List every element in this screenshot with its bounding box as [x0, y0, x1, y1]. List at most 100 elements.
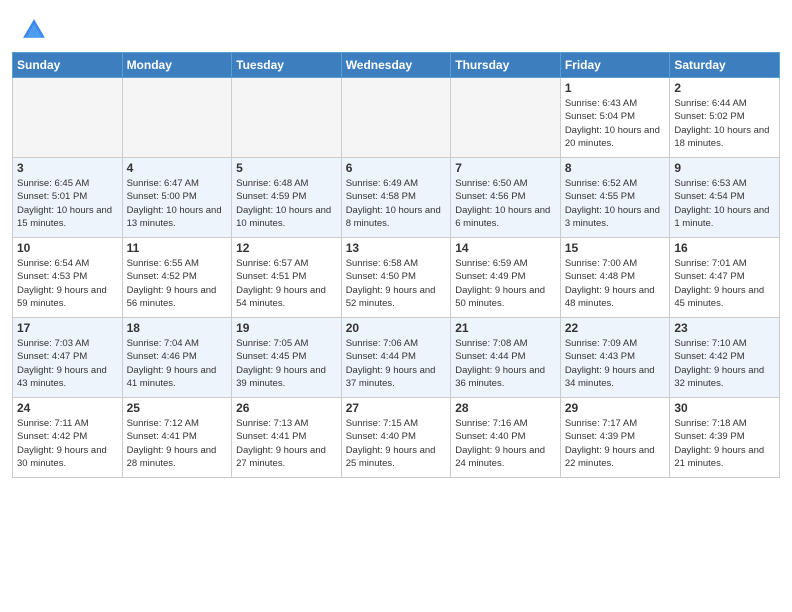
day-info: Sunrise: 6:49 AMSunset: 4:58 PMDaylight:… — [346, 177, 447, 230]
calendar-cell: 4 Sunrise: 6:47 AMSunset: 5:00 PMDaylight… — [122, 158, 232, 238]
calendar-cell: 7 Sunrise: 6:50 AMSunset: 4:56 PMDaylight… — [451, 158, 561, 238]
day-info: Sunrise: 6:59 AMSunset: 4:49 PMDaylight:… — [455, 257, 556, 310]
day-info: Sunrise: 7:15 AMSunset: 4:40 PMDaylight:… — [346, 417, 447, 470]
day-info: Sunrise: 7:13 AMSunset: 4:41 PMDaylight:… — [236, 417, 337, 470]
calendar-cell: 29Sunrise: 7:17 AMSunset: 4:39 PMDayligh… — [560, 398, 670, 478]
day-number: 11 — [127, 241, 228, 255]
day-info: Sunrise: 6:55 AMSunset: 4:52 PMDaylight:… — [127, 257, 228, 310]
day-number: 6 — [346, 161, 447, 175]
day-number: 7 — [455, 161, 556, 175]
calendar-cell: 18 Sunrise: 7:04 AMSunset: 4:46 PMDayligh… — [122, 318, 232, 398]
day-number: 1 — [565, 81, 666, 95]
day-number: 5 — [236, 161, 337, 175]
calendar-cell: 15 Sunrise: 7:00 AMSunset: 4:48 PMDayligh… — [560, 238, 670, 318]
day-info: Sunrise: 6:43 AMSunset: 5:04 PMDaylight:… — [565, 97, 666, 150]
page: SundayMondayTuesdayWednesdayThursdayFrid… — [0, 0, 792, 612]
day-number: 8 — [565, 161, 666, 175]
calendar-week-1: 1 Sunrise: 6:43 AMSunset: 5:04 PMDaylight… — [13, 78, 780, 158]
calendar-cell — [122, 78, 232, 158]
day-number: 27 — [346, 401, 447, 415]
calendar-cell: 13 Sunrise: 6:58 AMSunset: 4:50 PMDayligh… — [341, 238, 451, 318]
calendar-cell: 9 Sunrise: 6:53 AMSunset: 4:54 PMDaylight… — [670, 158, 780, 238]
day-number: 20 — [346, 321, 447, 335]
calendar-cell: 22Sunrise: 7:09 AMSunset: 4:43 PMDayligh… — [560, 318, 670, 398]
day-number: 15 — [565, 241, 666, 255]
calendar-table: SundayMondayTuesdayWednesdayThursdayFrid… — [12, 52, 780, 478]
day-number: 29 — [565, 401, 666, 415]
calendar-cell: 30Sunrise: 7:18 AMSunset: 4:39 PMDayligh… — [670, 398, 780, 478]
day-info: Sunrise: 6:45 AMSunset: 5:01 PMDaylight:… — [17, 177, 118, 230]
day-number: 10 — [17, 241, 118, 255]
calendar-header-row: SundayMondayTuesdayWednesdayThursdayFrid… — [13, 53, 780, 78]
day-number: 18 — [127, 321, 228, 335]
day-number: 12 — [236, 241, 337, 255]
calendar-week-4: 17Sunrise: 7:03 AMSunset: 4:47 PMDayligh… — [13, 318, 780, 398]
day-header-thursday: Thursday — [451, 53, 561, 78]
day-number: 17 — [17, 321, 118, 335]
logo — [20, 16, 52, 44]
calendar-cell — [13, 78, 123, 158]
calendar-cell: 21Sunrise: 7:08 AMSunset: 4:44 PMDayligh… — [451, 318, 561, 398]
day-info: Sunrise: 7:04 AMSunset: 4:46 PMDaylight:… — [127, 337, 228, 390]
day-info: Sunrise: 7:12 AMSunset: 4:41 PMDaylight:… — [127, 417, 228, 470]
day-number: 2 — [674, 81, 775, 95]
calendar-week-5: 24 Sunrise: 7:11 AMSunset: 4:42 PMDayligh… — [13, 398, 780, 478]
calendar-cell: 24 Sunrise: 7:11 AMSunset: 4:42 PMDayligh… — [13, 398, 123, 478]
day-header-saturday: Saturday — [670, 53, 780, 78]
day-number: 16 — [674, 241, 775, 255]
day-number: 13 — [346, 241, 447, 255]
day-number: 14 — [455, 241, 556, 255]
calendar-cell: 3 Sunrise: 6:45 AMSunset: 5:01 PMDaylight… — [13, 158, 123, 238]
day-info: Sunrise: 6:53 AMSunset: 4:54 PMDaylight:… — [674, 177, 775, 230]
day-info: Sunrise: 7:09 AMSunset: 4:43 PMDaylight:… — [565, 337, 666, 390]
day-number: 26 — [236, 401, 337, 415]
day-header-monday: Monday — [122, 53, 232, 78]
calendar-cell: 20 Sunrise: 7:06 AMSunset: 4:44 PMDayligh… — [341, 318, 451, 398]
day-number: 30 — [674, 401, 775, 415]
day-number: 9 — [674, 161, 775, 175]
calendar-week-3: 10 Sunrise: 6:54 AMSunset: 4:53 PMDayligh… — [13, 238, 780, 318]
calendar-cell: 5 Sunrise: 6:48 AMSunset: 4:59 PMDaylight… — [232, 158, 342, 238]
day-header-sunday: Sunday — [13, 53, 123, 78]
day-header-wednesday: Wednesday — [341, 53, 451, 78]
calendar-cell: 12 Sunrise: 6:57 AMSunset: 4:51 PMDayligh… — [232, 238, 342, 318]
day-info: Sunrise: 7:16 AMSunset: 4:40 PMDaylight:… — [455, 417, 556, 470]
calendar-week-2: 3 Sunrise: 6:45 AMSunset: 5:01 PMDaylight… — [13, 158, 780, 238]
calendar-cell: 23 Sunrise: 7:10 AMSunset: 4:42 PMDayligh… — [670, 318, 780, 398]
calendar-cell — [232, 78, 342, 158]
calendar-cell: 17Sunrise: 7:03 AMSunset: 4:47 PMDayligh… — [13, 318, 123, 398]
day-info: Sunrise: 6:50 AMSunset: 4:56 PMDaylight:… — [455, 177, 556, 230]
day-header-tuesday: Tuesday — [232, 53, 342, 78]
calendar-cell: 10 Sunrise: 6:54 AMSunset: 4:53 PMDayligh… — [13, 238, 123, 318]
day-info: Sunrise: 6:58 AMSunset: 4:50 PMDaylight:… — [346, 257, 447, 310]
calendar-cell: 26 Sunrise: 7:13 AMSunset: 4:41 PMDayligh… — [232, 398, 342, 478]
day-info: Sunrise: 6:47 AMSunset: 5:00 PMDaylight:… — [127, 177, 228, 230]
day-info: Sunrise: 6:48 AMSunset: 4:59 PMDaylight:… — [236, 177, 337, 230]
day-number: 25 — [127, 401, 228, 415]
day-number: 3 — [17, 161, 118, 175]
day-number: 4 — [127, 161, 228, 175]
day-info: Sunrise: 7:10 AMSunset: 4:42 PMDaylight:… — [674, 337, 775, 390]
header — [0, 0, 792, 52]
day-info: Sunrise: 7:06 AMSunset: 4:44 PMDaylight:… — [346, 337, 447, 390]
day-info: Sunrise: 7:01 AMSunset: 4:47 PMDaylight:… — [674, 257, 775, 310]
day-info: Sunrise: 7:05 AMSunset: 4:45 PMDaylight:… — [236, 337, 337, 390]
day-info: Sunrise: 6:54 AMSunset: 4:53 PMDaylight:… — [17, 257, 118, 310]
calendar-cell: 16 Sunrise: 7:01 AMSunset: 4:47 PMDayligh… — [670, 238, 780, 318]
calendar-cell: 2 Sunrise: 6:44 AMSunset: 5:02 PMDaylight… — [670, 78, 780, 158]
calendar-cell: 11 Sunrise: 6:55 AMSunset: 4:52 PMDayligh… — [122, 238, 232, 318]
day-info: Sunrise: 6:52 AMSunset: 4:55 PMDaylight:… — [565, 177, 666, 230]
day-info: Sunrise: 6:57 AMSunset: 4:51 PMDaylight:… — [236, 257, 337, 310]
calendar-cell: 6 Sunrise: 6:49 AMSunset: 4:58 PMDaylight… — [341, 158, 451, 238]
day-number: 21 — [455, 321, 556, 335]
calendar-cell: 28Sunrise: 7:16 AMSunset: 4:40 PMDayligh… — [451, 398, 561, 478]
day-info: Sunrise: 7:11 AMSunset: 4:42 PMDaylight:… — [17, 417, 118, 470]
logo-icon — [20, 16, 48, 44]
day-number: 24 — [17, 401, 118, 415]
day-number: 23 — [674, 321, 775, 335]
calendar-cell: 25 Sunrise: 7:12 AMSunset: 4:41 PMDayligh… — [122, 398, 232, 478]
calendar-cell: 8 Sunrise: 6:52 AMSunset: 4:55 PMDaylight… — [560, 158, 670, 238]
calendar-cell: 14 Sunrise: 6:59 AMSunset: 4:49 PMDayligh… — [451, 238, 561, 318]
day-info: Sunrise: 7:00 AMSunset: 4:48 PMDaylight:… — [565, 257, 666, 310]
day-info: Sunrise: 6:44 AMSunset: 5:02 PMDaylight:… — [674, 97, 775, 150]
